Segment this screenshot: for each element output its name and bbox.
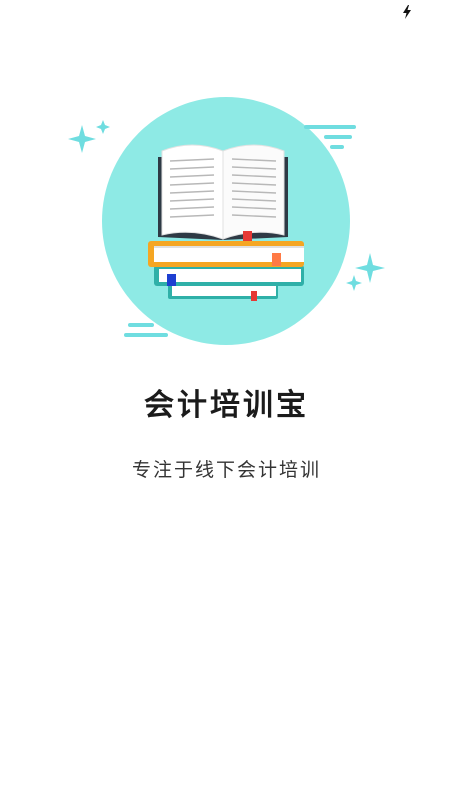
book-middle (154, 265, 304, 286)
books-illustration (68, 97, 385, 345)
charging-bolt-icon (403, 5, 411, 19)
open-book (158, 144, 288, 241)
book-top (148, 241, 304, 267)
app-title: 会计培训宝 (144, 388, 309, 423)
status-bar (0, 0, 453, 24)
app-tagline: 专注于线下会计培训 (131, 459, 321, 481)
